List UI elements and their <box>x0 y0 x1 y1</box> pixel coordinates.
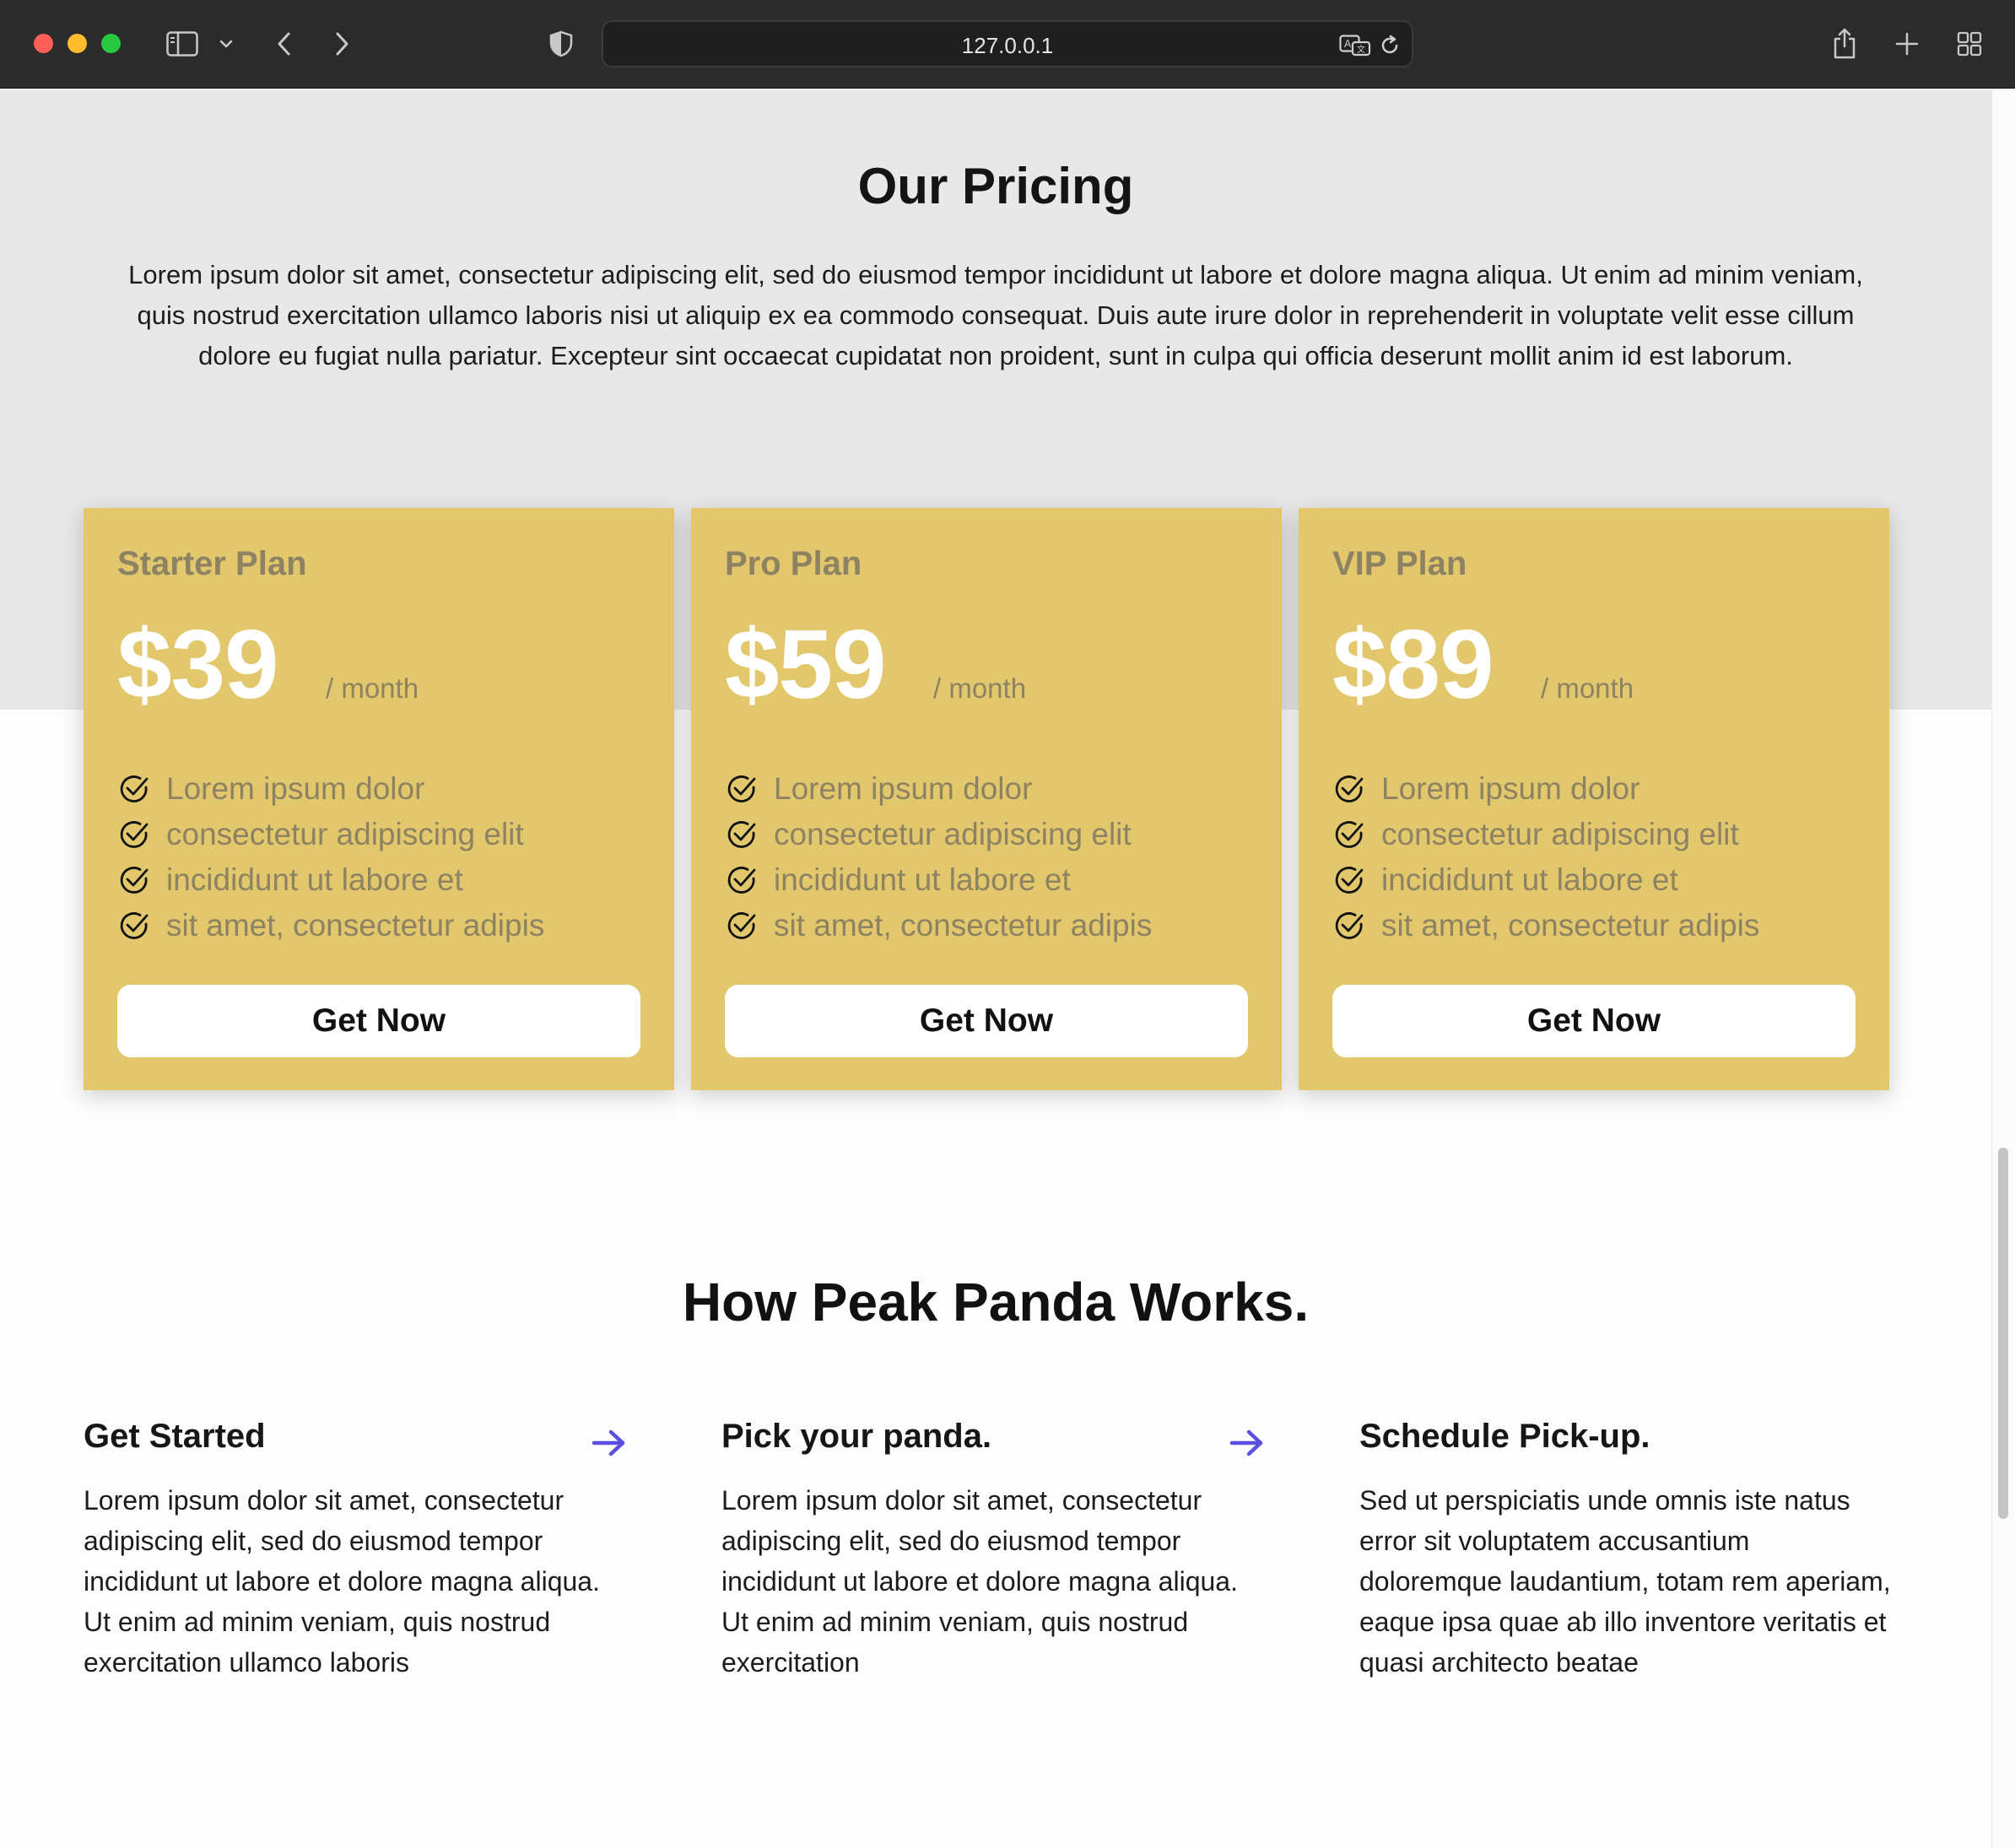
check-circle-icon <box>117 909 151 943</box>
get-now-button-starter[interactable]: Get Now <box>117 985 640 1057</box>
step-pick-panda: Pick your panda. Lorem ipsum dolor sit a… <box>721 1406 1261 1683</box>
check-circle-icon <box>725 909 759 943</box>
check-circle-icon <box>1332 818 1366 851</box>
feature-list: Lorem ipsum dolor consectetur adipiscing… <box>1332 766 1759 948</box>
step-description: Lorem ipsum dolor sit amet, consectetur … <box>84 1485 600 1678</box>
scrollbar-thumb[interactable] <box>1998 1148 2008 1519</box>
feature-list: Lorem ipsum dolor consectetur adipiscing… <box>725 766 1152 948</box>
feature-list: Lorem ipsum dolor consectetur adipiscing… <box>117 766 544 948</box>
pricing-card-vip: VIP Plan $89 / month Lorem ipsum dolor c… <box>1299 508 1889 1090</box>
check-circle-icon <box>117 818 151 851</box>
step-schedule-pickup: Schedule Pick-up. Sed ut perspiciatis un… <box>1359 1406 1899 1683</box>
feature-text: incididunt ut labore et <box>774 862 1071 897</box>
get-now-button-vip[interactable]: Get Now <box>1332 985 1856 1057</box>
check-circle-icon <box>725 863 759 897</box>
plan-price: $39 <box>117 609 279 719</box>
browser-toolbar: 127.0.0.1 A文 <box>0 0 2015 89</box>
tab-overview-icon[interactable] <box>1954 24 1985 64</box>
plan-name: Starter Plan <box>117 545 307 582</box>
translate-icon[interactable]: A文 <box>1339 32 1371 59</box>
check-circle-icon <box>1332 909 1366 943</box>
feature-item: consectetur adipiscing elit <box>117 812 544 857</box>
step-get-started: Get Started Lorem ipsum dolor sit amet, … <box>84 1406 624 1683</box>
share-icon[interactable] <box>1829 24 1860 64</box>
feature-text: sit amet, consectetur adipis <box>166 908 545 943</box>
feature-item: consectetur adipiscing elit <box>1332 812 1759 857</box>
close-window-button[interactable] <box>34 34 53 53</box>
page-content: Our Pricing Lorem ipsum dolor sit amet, … <box>0 89 1991 1848</box>
get-now-button-pro[interactable]: Get Now <box>725 985 1248 1057</box>
step-title: Get Started <box>84 1418 266 1455</box>
feature-text: consectetur adipiscing elit <box>166 817 524 851</box>
step-description: Lorem ipsum dolor sit amet, consectetur … <box>721 1485 1238 1678</box>
check-circle-icon <box>1332 772 1366 806</box>
back-icon[interactable] <box>270 24 297 64</box>
shield-icon[interactable] <box>547 24 575 64</box>
pricing-card-pro: Pro Plan $59 / month Lorem ipsum dolor c… <box>691 508 1282 1090</box>
check-circle-icon <box>1332 863 1366 897</box>
plan-price: $89 <box>1332 609 1494 719</box>
chevron-down-icon[interactable] <box>216 24 236 64</box>
svg-text:A: A <box>1344 38 1352 50</box>
feature-item: sit amet, consectetur adipis <box>725 903 1152 948</box>
feature-item: incididunt ut labore et <box>725 857 1152 903</box>
minimize-window-button[interactable] <box>68 34 87 53</box>
feature-text: consectetur adipiscing elit <box>1381 817 1739 851</box>
plan-period: / month <box>326 673 419 704</box>
feature-text: incididunt ut labore et <box>1381 862 1678 897</box>
pricing-title: Our Pricing <box>857 158 1134 214</box>
plan-name: Pro Plan <box>725 545 862 582</box>
feature-text: sit amet, consectetur adipis <box>774 908 1153 943</box>
sidebar-icon[interactable] <box>164 24 201 64</box>
how-it-works-title: How Peak Panda Works. <box>682 1272 1310 1332</box>
feature-text: Lorem ipsum dolor <box>166 771 425 806</box>
arrow-right-icon <box>589 1423 629 1463</box>
zoom-window-button[interactable] <box>101 34 121 53</box>
address-bar[interactable]: 127.0.0.1 A文 <box>602 20 1413 68</box>
feature-item: consectetur adipiscing elit <box>725 812 1152 857</box>
feature-text: Lorem ipsum dolor <box>1381 771 1640 806</box>
feature-item: incididunt ut labore et <box>117 857 544 903</box>
feature-item: Lorem ipsum dolor <box>1332 766 1759 812</box>
check-circle-icon <box>725 772 759 806</box>
check-circle-icon <box>725 818 759 851</box>
step-title: Pick your panda. <box>721 1418 992 1455</box>
arrow-right-icon <box>1227 1423 1267 1463</box>
feature-item: Lorem ipsum dolor <box>117 766 544 812</box>
feature-item: sit amet, consectetur adipis <box>117 903 544 948</box>
pricing-card-starter: Starter Plan $39 / month Lorem ipsum dol… <box>84 508 674 1090</box>
plan-period: / month <box>933 673 1027 704</box>
forward-icon[interactable] <box>329 24 356 64</box>
feature-text: sit amet, consectetur adipis <box>1381 908 1760 943</box>
feature-text: consectetur adipiscing elit <box>774 817 1132 851</box>
check-circle-icon <box>117 863 151 897</box>
step-description: Sed ut perspiciatis unde omnis iste natu… <box>1359 1485 1891 1678</box>
feature-item: incididunt ut labore et <box>1332 857 1759 903</box>
plan-price: $59 <box>725 609 887 719</box>
feature-text: Lorem ipsum dolor <box>774 771 1033 806</box>
url-text: 127.0.0.1 <box>961 33 1054 58</box>
feature-item: Lorem ipsum dolor <box>725 766 1152 812</box>
svg-text:文: 文 <box>1357 44 1365 55</box>
scrollbar-track[interactable] <box>1991 89 2015 1848</box>
feature-item: sit amet, consectetur adipis <box>1332 903 1759 948</box>
plan-name: VIP Plan <box>1332 545 1467 582</box>
reload-icon[interactable] <box>1378 32 1402 59</box>
pricing-description: Lorem ipsum dolor sit amet, consectetur … <box>128 260 1863 370</box>
check-circle-icon <box>117 772 151 806</box>
step-title: Schedule Pick-up. <box>1359 1418 1650 1455</box>
plan-period: / month <box>1541 673 1634 704</box>
new-tab-icon[interactable] <box>1892 24 1922 64</box>
feature-text: incididunt ut labore et <box>166 862 463 897</box>
